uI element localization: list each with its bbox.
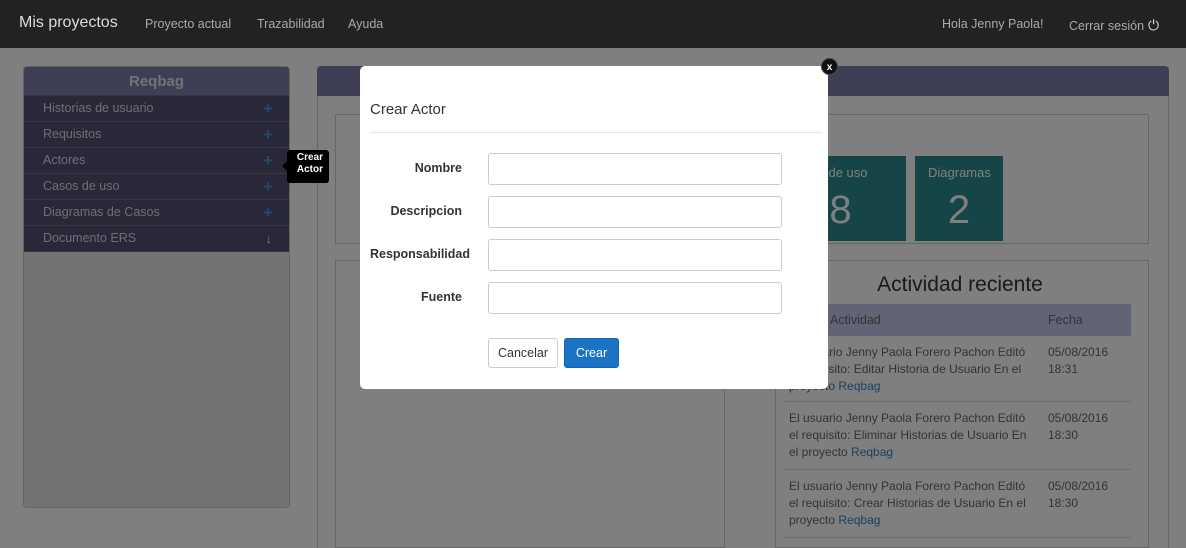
nav-proyecto-actual[interactable]: Proyecto actual: [145, 17, 231, 31]
descripcion-label: Descripcion: [390, 204, 462, 218]
nav-trazabilidad[interactable]: Trazabilidad: [257, 17, 325, 31]
brand-link[interactable]: Mis proyectos: [19, 14, 118, 32]
crear-actor-modal: Crear Actor Nombre Descripcion Responsab…: [360, 66, 828, 389]
close-icon[interactable]: x: [821, 58, 838, 75]
nombre-label: Nombre: [414, 161, 462, 175]
user-greeting[interactable]: Hola Jenny Paola!: [942, 17, 1043, 31]
top-navbar: Mis proyectos Proyecto actual Trazabilid…: [0, 0, 1186, 48]
create-button[interactable]: Crear: [564, 338, 619, 368]
responsabilidad-label: Responsabilidad: [369, 247, 470, 261]
power-icon: ⏻: [1148, 17, 1160, 33]
cancel-button[interactable]: Cancelar: [488, 338, 558, 368]
fuente-input[interactable]: [488, 282, 782, 314]
fuente-label: Fuente: [421, 290, 462, 304]
modal-divider: [370, 132, 822, 133]
tooltip: Crear Actor: [282, 150, 329, 183]
modal-title: Crear Actor: [370, 101, 446, 118]
logout-link[interactable]: Cerrar sesión ⏻: [1069, 17, 1159, 34]
logout-label: Cerrar sesión: [1069, 19, 1145, 33]
nav-ayuda[interactable]: Ayuda: [348, 17, 383, 31]
descripcion-input[interactable]: [488, 196, 782, 228]
responsabilidad-input[interactable]: [488, 239, 782, 271]
nombre-input[interactable]: [488, 153, 782, 185]
